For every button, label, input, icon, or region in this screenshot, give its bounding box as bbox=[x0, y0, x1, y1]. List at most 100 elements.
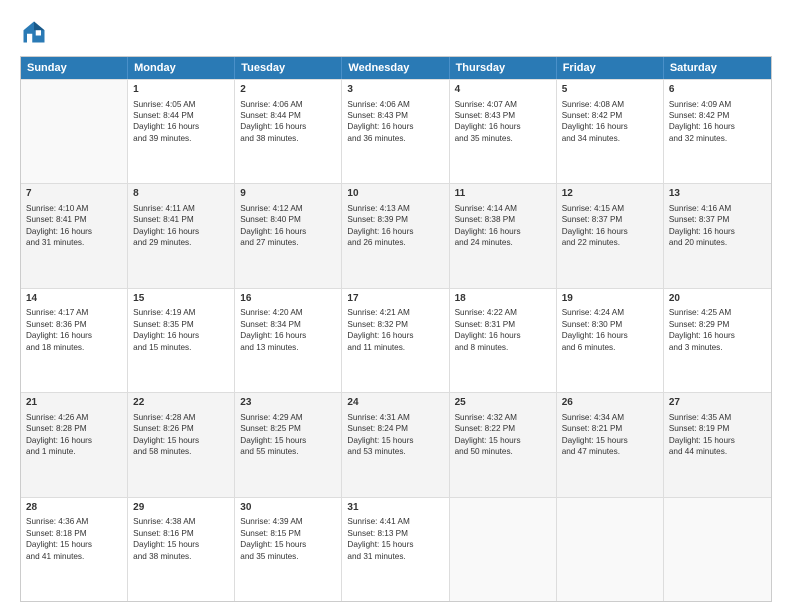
day-info: Sunrise: 4:06 AM Sunset: 8:43 PM Dayligh… bbox=[347, 99, 443, 145]
day-number: 16 bbox=[240, 292, 336, 306]
calendar-cell: 29Sunrise: 4:38 AM Sunset: 8:16 PM Dayli… bbox=[128, 498, 235, 601]
calendar-cell: 27 Sunrise: 4:35 AM Sunset: 8:19 PM Dayli… bbox=[664, 393, 771, 496]
calendar-row-5: 28Sunrise: 4:36 AM Sunset: 8:18 PM Dayli… bbox=[21, 497, 771, 601]
day-number: 31 bbox=[347, 501, 443, 515]
day-info: Sunrise: 4:28 AM Sunset: 8:26 PM Dayligh… bbox=[133, 412, 229, 458]
day-number: 17 bbox=[347, 292, 443, 306]
day-info: Sunrise: 4:15 AM Sunset: 8:37 PM Dayligh… bbox=[562, 203, 658, 249]
day-number: 9 bbox=[240, 187, 336, 201]
day-number: 27 bbox=[669, 396, 766, 410]
calendar-row-1: 1Sunrise: 4:05 AM Sunset: 8:44 PM Daylig… bbox=[21, 79, 771, 183]
calendar-cell: 9 Sunrise: 4:12 AM Sunset: 8:40 PM Daylig… bbox=[235, 184, 342, 287]
day-info: Sunrise: 4:34 AM Sunset: 8:21 PM Dayligh… bbox=[562, 412, 658, 458]
calendar-cell: 20Sunrise: 4:25 AM Sunset: 8:29 PM Dayli… bbox=[664, 289, 771, 392]
day-info: Sunrise: 4:38 AM Sunset: 8:16 PM Dayligh… bbox=[133, 516, 229, 562]
day-info: Sunrise: 4:17 AM Sunset: 8:36 PM Dayligh… bbox=[26, 307, 122, 353]
weekday-header-tuesday: Tuesday bbox=[235, 57, 342, 79]
calendar-cell bbox=[450, 498, 557, 601]
day-info: Sunrise: 4:36 AM Sunset: 8:18 PM Dayligh… bbox=[26, 516, 122, 562]
calendar-row-4: 21 Sunrise: 4:26 AM Sunset: 8:28 PM Dayli… bbox=[21, 392, 771, 496]
calendar-cell: 2Sunrise: 4:06 AM Sunset: 8:44 PM Daylig… bbox=[235, 80, 342, 183]
day-number: 8 bbox=[133, 187, 229, 201]
calendar-row-3: 14Sunrise: 4:17 AM Sunset: 8:36 PM Dayli… bbox=[21, 288, 771, 392]
day-info: Sunrise: 4:31 AM Sunset: 8:24 PM Dayligh… bbox=[347, 412, 443, 458]
calendar-cell: 10 Sunrise: 4:13 AM Sunset: 8:39 PM Dayli… bbox=[342, 184, 449, 287]
day-info: Sunrise: 4:10 AM Sunset: 8:41 PM Dayligh… bbox=[26, 203, 122, 249]
calendar-cell: 22Sunrise: 4:28 AM Sunset: 8:26 PM Dayli… bbox=[128, 393, 235, 496]
calendar-cell: 13 Sunrise: 4:16 AM Sunset: 8:37 PM Dayli… bbox=[664, 184, 771, 287]
weekday-header-sunday: Sunday bbox=[21, 57, 128, 79]
calendar-cell: 16Sunrise: 4:20 AM Sunset: 8:34 PM Dayli… bbox=[235, 289, 342, 392]
calendar-cell: 12 Sunrise: 4:15 AM Sunset: 8:37 PM Dayli… bbox=[557, 184, 664, 287]
day-number: 21 bbox=[26, 396, 122, 410]
calendar-cell: 14Sunrise: 4:17 AM Sunset: 8:36 PM Dayli… bbox=[21, 289, 128, 392]
day-number: 25 bbox=[455, 396, 551, 410]
day-number: 12 bbox=[562, 187, 658, 201]
header bbox=[20, 18, 772, 46]
calendar-cell: 21 Sunrise: 4:26 AM Sunset: 8:28 PM Dayli… bbox=[21, 393, 128, 496]
calendar-row-2: 7Sunrise: 4:10 AM Sunset: 8:41 PM Daylig… bbox=[21, 183, 771, 287]
day-info: Sunrise: 4:12 AM Sunset: 8:40 PM Dayligh… bbox=[240, 203, 336, 249]
day-info: Sunrise: 4:14 AM Sunset: 8:38 PM Dayligh… bbox=[455, 203, 551, 249]
day-info: Sunrise: 4:09 AM Sunset: 8:42 PM Dayligh… bbox=[669, 99, 766, 145]
calendar-cell: 5 Sunrise: 4:08 AM Sunset: 8:42 PM Daylig… bbox=[557, 80, 664, 183]
calendar-cell: 17Sunrise: 4:21 AM Sunset: 8:32 PM Dayli… bbox=[342, 289, 449, 392]
calendar-cell: 23Sunrise: 4:29 AM Sunset: 8:25 PM Dayli… bbox=[235, 393, 342, 496]
calendar-cell bbox=[557, 498, 664, 601]
day-number: 4 bbox=[455, 83, 551, 97]
day-info: Sunrise: 4:25 AM Sunset: 8:29 PM Dayligh… bbox=[669, 307, 766, 353]
day-info: Sunrise: 4:22 AM Sunset: 8:31 PM Dayligh… bbox=[455, 307, 551, 353]
calendar-cell: 28Sunrise: 4:36 AM Sunset: 8:18 PM Dayli… bbox=[21, 498, 128, 601]
day-info: Sunrise: 4:41 AM Sunset: 8:13 PM Dayligh… bbox=[347, 516, 443, 562]
day-number: 5 bbox=[562, 83, 658, 97]
day-number: 6 bbox=[669, 83, 766, 97]
day-info: Sunrise: 4:21 AM Sunset: 8:32 PM Dayligh… bbox=[347, 307, 443, 353]
day-number: 18 bbox=[455, 292, 551, 306]
calendar-cell: 11 Sunrise: 4:14 AM Sunset: 8:38 PM Dayli… bbox=[450, 184, 557, 287]
logo bbox=[20, 18, 52, 46]
day-number: 29 bbox=[133, 501, 229, 515]
calendar-cell bbox=[21, 80, 128, 183]
day-info: Sunrise: 4:08 AM Sunset: 8:42 PM Dayligh… bbox=[562, 99, 658, 145]
day-info: Sunrise: 4:35 AM Sunset: 8:19 PM Dayligh… bbox=[669, 412, 766, 458]
calendar-cell: 4Sunrise: 4:07 AM Sunset: 8:43 PM Daylig… bbox=[450, 80, 557, 183]
day-info: Sunrise: 4:13 AM Sunset: 8:39 PM Dayligh… bbox=[347, 203, 443, 249]
day-number: 1 bbox=[133, 83, 229, 97]
calendar-cell: 30Sunrise: 4:39 AM Sunset: 8:15 PM Dayli… bbox=[235, 498, 342, 601]
day-info: Sunrise: 4:39 AM Sunset: 8:15 PM Dayligh… bbox=[240, 516, 336, 562]
calendar-cell: 7Sunrise: 4:10 AM Sunset: 8:41 PM Daylig… bbox=[21, 184, 128, 287]
calendar-cell: 26 Sunrise: 4:34 AM Sunset: 8:21 PM Dayli… bbox=[557, 393, 664, 496]
calendar-cell bbox=[664, 498, 771, 601]
calendar-cell: 1Sunrise: 4:05 AM Sunset: 8:44 PM Daylig… bbox=[128, 80, 235, 183]
day-number: 11 bbox=[455, 187, 551, 201]
weekday-header-wednesday: Wednesday bbox=[342, 57, 449, 79]
day-info: Sunrise: 4:20 AM Sunset: 8:34 PM Dayligh… bbox=[240, 307, 336, 353]
day-info: Sunrise: 4:26 AM Sunset: 8:28 PM Dayligh… bbox=[26, 412, 122, 458]
calendar-cell: 3 Sunrise: 4:06 AM Sunset: 8:43 PM Daylig… bbox=[342, 80, 449, 183]
day-number: 24 bbox=[347, 396, 443, 410]
weekday-header-thursday: Thursday bbox=[450, 57, 557, 79]
day-info: Sunrise: 4:29 AM Sunset: 8:25 PM Dayligh… bbox=[240, 412, 336, 458]
calendar-cell: 19Sunrise: 4:24 AM Sunset: 8:30 PM Dayli… bbox=[557, 289, 664, 392]
calendar-header: SundayMondayTuesdayWednesdayThursdayFrid… bbox=[21, 57, 771, 79]
calendar-cell: 8Sunrise: 4:11 AM Sunset: 8:41 PM Daylig… bbox=[128, 184, 235, 287]
day-number: 13 bbox=[669, 187, 766, 201]
logo-icon bbox=[20, 18, 48, 46]
weekday-header-monday: Monday bbox=[128, 57, 235, 79]
day-info: Sunrise: 4:32 AM Sunset: 8:22 PM Dayligh… bbox=[455, 412, 551, 458]
day-number: 10 bbox=[347, 187, 443, 201]
calendar-body: 1Sunrise: 4:05 AM Sunset: 8:44 PM Daylig… bbox=[21, 79, 771, 601]
day-number: 20 bbox=[669, 292, 766, 306]
weekday-header-saturday: Saturday bbox=[664, 57, 771, 79]
day-number: 19 bbox=[562, 292, 658, 306]
day-number: 3 bbox=[347, 83, 443, 97]
calendar-cell: 25 Sunrise: 4:32 AM Sunset: 8:22 PM Dayli… bbox=[450, 393, 557, 496]
calendar-cell: 15Sunrise: 4:19 AM Sunset: 8:35 PM Dayli… bbox=[128, 289, 235, 392]
calendar-cell: 18Sunrise: 4:22 AM Sunset: 8:31 PM Dayli… bbox=[450, 289, 557, 392]
day-number: 14 bbox=[26, 292, 122, 306]
page: SundayMondayTuesdayWednesdayThursdayFrid… bbox=[0, 0, 792, 612]
day-info: Sunrise: 4:16 AM Sunset: 8:37 PM Dayligh… bbox=[669, 203, 766, 249]
day-number: 26 bbox=[562, 396, 658, 410]
calendar-cell: 31Sunrise: 4:41 AM Sunset: 8:13 PM Dayli… bbox=[342, 498, 449, 601]
day-number: 28 bbox=[26, 501, 122, 515]
